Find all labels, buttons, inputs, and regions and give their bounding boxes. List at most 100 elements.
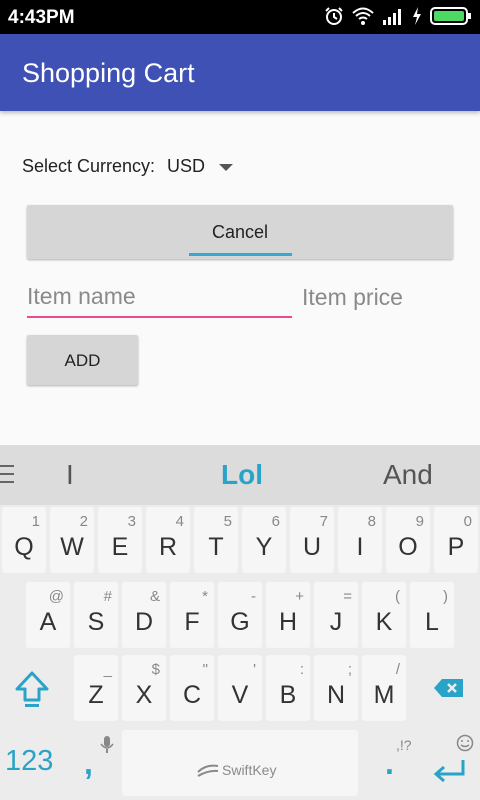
key-s[interactable]: # S	[74, 582, 118, 648]
currency-value: USD	[167, 156, 206, 176]
key-hint: 5	[223, 513, 232, 530]
key-hint: :	[299, 661, 304, 678]
key-m[interactable]: / M	[362, 655, 406, 721]
key-hint: 6	[271, 513, 280, 530]
suggestion-right[interactable]: And	[383, 459, 433, 491]
currency-dropdown[interactable]: USD	[167, 153, 247, 181]
key-b[interactable]: :B	[266, 655, 310, 721]
key-label: J	[329, 608, 343, 636]
key-label: I	[356, 533, 364, 561]
add-button[interactable]: ADD	[27, 335, 138, 385]
key-p[interactable]: 0P	[434, 507, 478, 573]
key-d[interactable]: & D	[122, 582, 166, 648]
key-label: U	[302, 533, 322, 561]
key-y[interactable]: 6Y	[242, 507, 286, 573]
key-hint: (	[395, 588, 400, 605]
key-hint: _	[103, 661, 112, 678]
add-button-label: ADD	[64, 351, 101, 370]
key-label: A	[39, 608, 57, 636]
key-t[interactable]: 5T	[194, 507, 238, 573]
key-hint: 7	[319, 513, 328, 530]
shift-icon[interactable]	[14, 670, 50, 710]
key-hint: /	[395, 661, 400, 678]
key-label: V	[231, 681, 249, 709]
item-name-input[interactable]	[27, 276, 292, 318]
key-hint: #	[103, 588, 112, 605]
key-hint: 4	[175, 513, 184, 530]
key-hint: 0	[463, 513, 472, 530]
status-bar: 4:43PM	[0, 0, 480, 34]
key-hint: "	[202, 661, 208, 678]
key-hint: &	[149, 588, 160, 605]
key-label: E	[111, 533, 129, 561]
app-bar: Shopping Cart	[0, 34, 480, 111]
status-icons	[324, 6, 472, 26]
key-a[interactable]: @ A	[26, 582, 70, 648]
numbers-key[interactable]: 123	[5, 745, 53, 778]
key-g[interactable]: -G	[218, 582, 262, 648]
key-label: D	[134, 608, 154, 636]
swiftkey-logo-icon	[197, 764, 219, 777]
key-r[interactable]: 4R	[146, 507, 190, 573]
key-v[interactable]: ' V	[218, 655, 262, 721]
key-label: O	[398, 533, 418, 561]
key-x[interactable]: $ X	[122, 655, 166, 721]
currency-label: Select Currency:	[22, 156, 156, 176]
key-u[interactable]: 7U	[290, 507, 334, 573]
key-label: T	[208, 533, 224, 561]
menu-icon[interactable]	[0, 465, 14, 489]
key-e[interactable]: 3E	[98, 507, 142, 573]
key-label: Z	[88, 681, 104, 709]
key-label: S	[87, 608, 105, 636]
item-price-input[interactable]	[302, 276, 467, 318]
key-f[interactable]: * F	[170, 582, 214, 648]
cancel-button[interactable]: Cancel	[27, 205, 453, 259]
key-i[interactable]: 8I	[338, 507, 382, 573]
comma-key[interactable]: ,	[84, 745, 93, 782]
key-hint: -	[251, 588, 256, 605]
key-hint: $	[151, 661, 160, 678]
key-c[interactable]: " C	[170, 655, 214, 721]
key-label: L	[425, 608, 439, 636]
key-hint: 1	[31, 513, 40, 530]
microphone-icon[interactable]	[100, 735, 114, 755]
key-label: N	[326, 681, 346, 709]
key-h[interactable]: + H	[266, 582, 310, 648]
backspace-icon[interactable]	[433, 678, 465, 698]
key-label: K	[375, 608, 393, 636]
key-o[interactable]: 9O	[386, 507, 430, 573]
suggestion-center[interactable]: Lol	[221, 459, 263, 491]
wifi-icon	[352, 7, 374, 25]
key-hint: @	[48, 588, 64, 605]
key-hint: ;	[347, 661, 352, 678]
emoji-icon[interactable]	[456, 734, 474, 752]
period-key[interactable]: .	[385, 745, 394, 782]
signal-icon	[383, 9, 401, 25]
key-hint: '	[253, 661, 256, 678]
key-hint: =	[343, 588, 352, 605]
space-brand: SwiftKey	[222, 762, 277, 778]
key-z[interactable]: _ Z	[74, 655, 118, 721]
key-label: M	[373, 681, 395, 709]
punctuation-hint: ,!?	[396, 737, 412, 753]
space-key[interactable]: SwiftKey	[122, 730, 358, 796]
key-hint: +	[295, 588, 304, 605]
key-n[interactable]: ; N	[314, 655, 358, 721]
key-k[interactable]: (K	[362, 582, 406, 648]
suggestion-bar: I Lol And	[0, 445, 480, 505]
key-label: G	[230, 608, 250, 636]
key-label: W	[60, 533, 84, 561]
key-l[interactable]: ) L	[410, 582, 454, 648]
key-j[interactable]: = J	[314, 582, 358, 648]
key-label: C	[182, 681, 202, 709]
suggestion-left[interactable]: I	[66, 459, 74, 491]
focus-indicator	[189, 253, 292, 256]
key-label: H	[278, 608, 298, 636]
key-w[interactable]: 2W	[50, 507, 94, 573]
key-label: P	[447, 533, 465, 561]
key-hint: 3	[127, 513, 136, 530]
enter-icon[interactable]	[432, 758, 466, 786]
key-q[interactable]: 1Q	[2, 507, 46, 573]
page-title: Shopping Cart	[22, 58, 195, 88]
chevron-down-icon	[219, 164, 233, 171]
